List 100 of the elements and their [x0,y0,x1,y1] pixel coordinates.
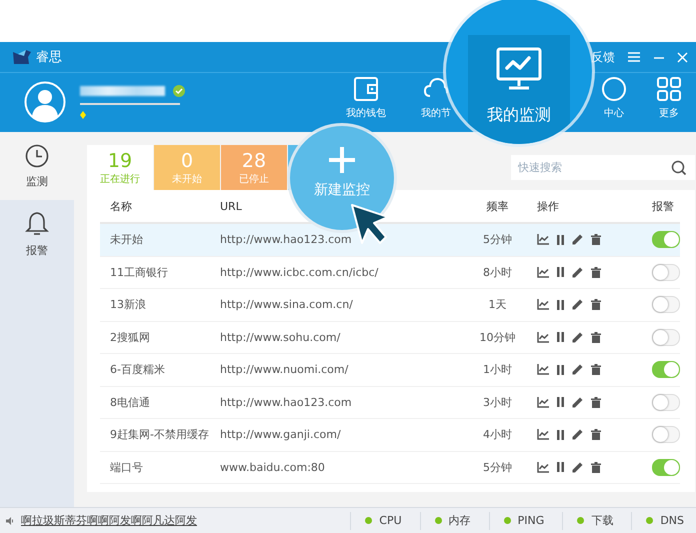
pencil-icon[interactable] [572,364,583,376]
table-row[interactable]: 13新浪 http://www.sina.com.cn/ 1天 [100,289,680,322]
name-cell-text: 11工商银行 [109,264,169,280]
chart-icon[interactable] [537,462,549,473]
frequency-cell-text: 1小时 [482,362,513,378]
url-cell-text: http://www.sohu.com/ [220,330,342,344]
speaker-icon [6,516,15,524]
url-cell-text: http://www.nuomi.com/ [220,363,350,376]
logo-icon [12,49,32,65]
trash-icon[interactable] [591,266,601,278]
monitor-icon [496,47,542,91]
url-cell-text: http://www.hao123.com [220,396,353,409]
table-row[interactable]: 11工商银行 http://www.icbc.com.cn/icbc/ 8小时 [100,256,680,289]
frequency-cell-text: 10分钟 [478,330,516,345]
trash-icon[interactable] [591,299,601,310]
chart-icon[interactable] [537,332,549,343]
my-monitor-tab[interactable]: 我的监测 [468,35,570,144]
table-row[interactable]: 端口号 www.baidu.com:80 5分钟 [100,452,680,484]
wallet-icon [353,76,379,102]
column-header: 频率 [486,198,510,214]
name-cell-text: 6-百度糯米 [109,362,166,378]
frequency-cell-text: 1天 [488,297,508,312]
frequency-cell-text: 5分钟 [482,232,513,248]
alarm-toggle[interactable] [652,394,680,411]
table-row[interactable]: 未开始 http://www.hao123.com 5分钟 [100,224,680,256]
pencil-icon[interactable] [572,332,583,343]
alarm-toggle[interactable] [652,426,680,444]
name-cell-text: 8电信通 [109,394,151,410]
indicator-label: DNS [660,514,684,527]
pencil-icon[interactable] [572,299,583,310]
grid-icon [656,76,682,102]
plus-icon [329,147,355,173]
indicator-label: CPU [379,514,402,527]
name-cell-text: 2搜狐网 [109,330,151,345]
alarm-toggle[interactable] [652,458,680,476]
pencil-icon[interactable] [572,462,583,473]
indicator-label: PING [518,514,544,527]
diamond-icon [80,111,86,119]
search-field[interactable]: 快速搜索 [511,155,695,180]
app-title: 睿思 [36,49,62,66]
name-cell-text: 13新浪 [109,297,147,312]
bell-icon [25,210,49,236]
name-cell-text: 未开始 [109,232,144,248]
chart-icon[interactable] [537,396,549,408]
pencil-icon[interactable] [572,266,583,278]
url-cell-text: http://www.ganji.com/ [220,428,342,442]
status-message-link[interactable]: 啊拉圾斯蒂芬啊啊阿发啊阿凡达阿发 [21,513,197,528]
sidebar-item[interactable]: 报警 [0,200,74,268]
trash-icon[interactable] [591,429,601,440]
pause-icon[interactable] [557,462,564,472]
alarm-toggle[interactable] [652,296,680,314]
trash-icon[interactable] [591,396,601,408]
url-cell-text: http://www.icbc.com.cn/icbc/ [220,266,380,279]
table-row[interactable]: 2搜狐网 http://www.sohu.com/ 10分钟 [100,322,680,354]
avatar-icon[interactable] [24,81,66,123]
pause-icon[interactable] [557,397,564,408]
menu-icon[interactable] [627,52,641,62]
column-header: 操作 [536,198,560,214]
column-header: URL [220,200,243,212]
alarm-toggle[interactable] [652,231,680,248]
indicator-label: 下载 [591,513,614,528]
chart-icon[interactable] [537,364,549,376]
indicator-label: 内存 [448,513,471,528]
table-row[interactable]: 9赶集网-不禁用缓存 http://www.ganji.com/ 4小时 [100,419,680,452]
url-cell-text: http://www.sina.com.cn/ [220,298,354,312]
frequency-cell-text: 8小时 [482,264,513,280]
pause-icon[interactable] [557,364,564,375]
pause-icon[interactable] [557,300,564,310]
alarm-toggle[interactable] [652,328,680,346]
trash-icon[interactable] [591,332,601,343]
table-row[interactable]: 6-百度糯米 http://www.nuomi.com/ 1小时 [100,354,680,386]
circle-icon [601,76,627,102]
trash-icon[interactable] [591,462,601,473]
url-cell-text: www.baidu.com:80 [220,460,326,474]
pencil-icon[interactable] [572,429,583,440]
trash-icon[interactable] [591,364,601,376]
name-cell-text: 端口号 [109,460,144,475]
frequency-cell-text: 4小时 [482,427,513,442]
pause-icon[interactable] [557,332,564,342]
alarm-toggle[interactable] [652,361,680,378]
chart-icon[interactable] [537,234,549,246]
table-row[interactable]: 8电信通 http://www.hao123.com 3小时 [100,386,680,419]
frequency-cell-text: 3小时 [482,394,513,410]
search-icon [671,160,687,176]
chart-icon[interactable] [537,266,549,278]
trash-icon[interactable] [591,234,601,246]
frequency-cell-text: 5分钟 [482,460,513,475]
column-header: 报警 [651,198,674,214]
chart-icon[interactable] [537,429,549,440]
alarm-toggle[interactable] [652,264,680,281]
pause-icon[interactable] [557,430,564,440]
chart-icon[interactable] [537,299,549,310]
sidebar-item[interactable]: 监测 [0,132,74,200]
pause-icon[interactable] [557,267,564,278]
pause-icon[interactable] [557,234,564,245]
url-cell-text: http://www.hao123.com [220,233,353,246]
pencil-icon[interactable] [572,396,583,408]
close-icon[interactable] [677,52,688,62]
pencil-icon[interactable] [572,234,583,246]
column-header: 名称 [109,198,133,214]
